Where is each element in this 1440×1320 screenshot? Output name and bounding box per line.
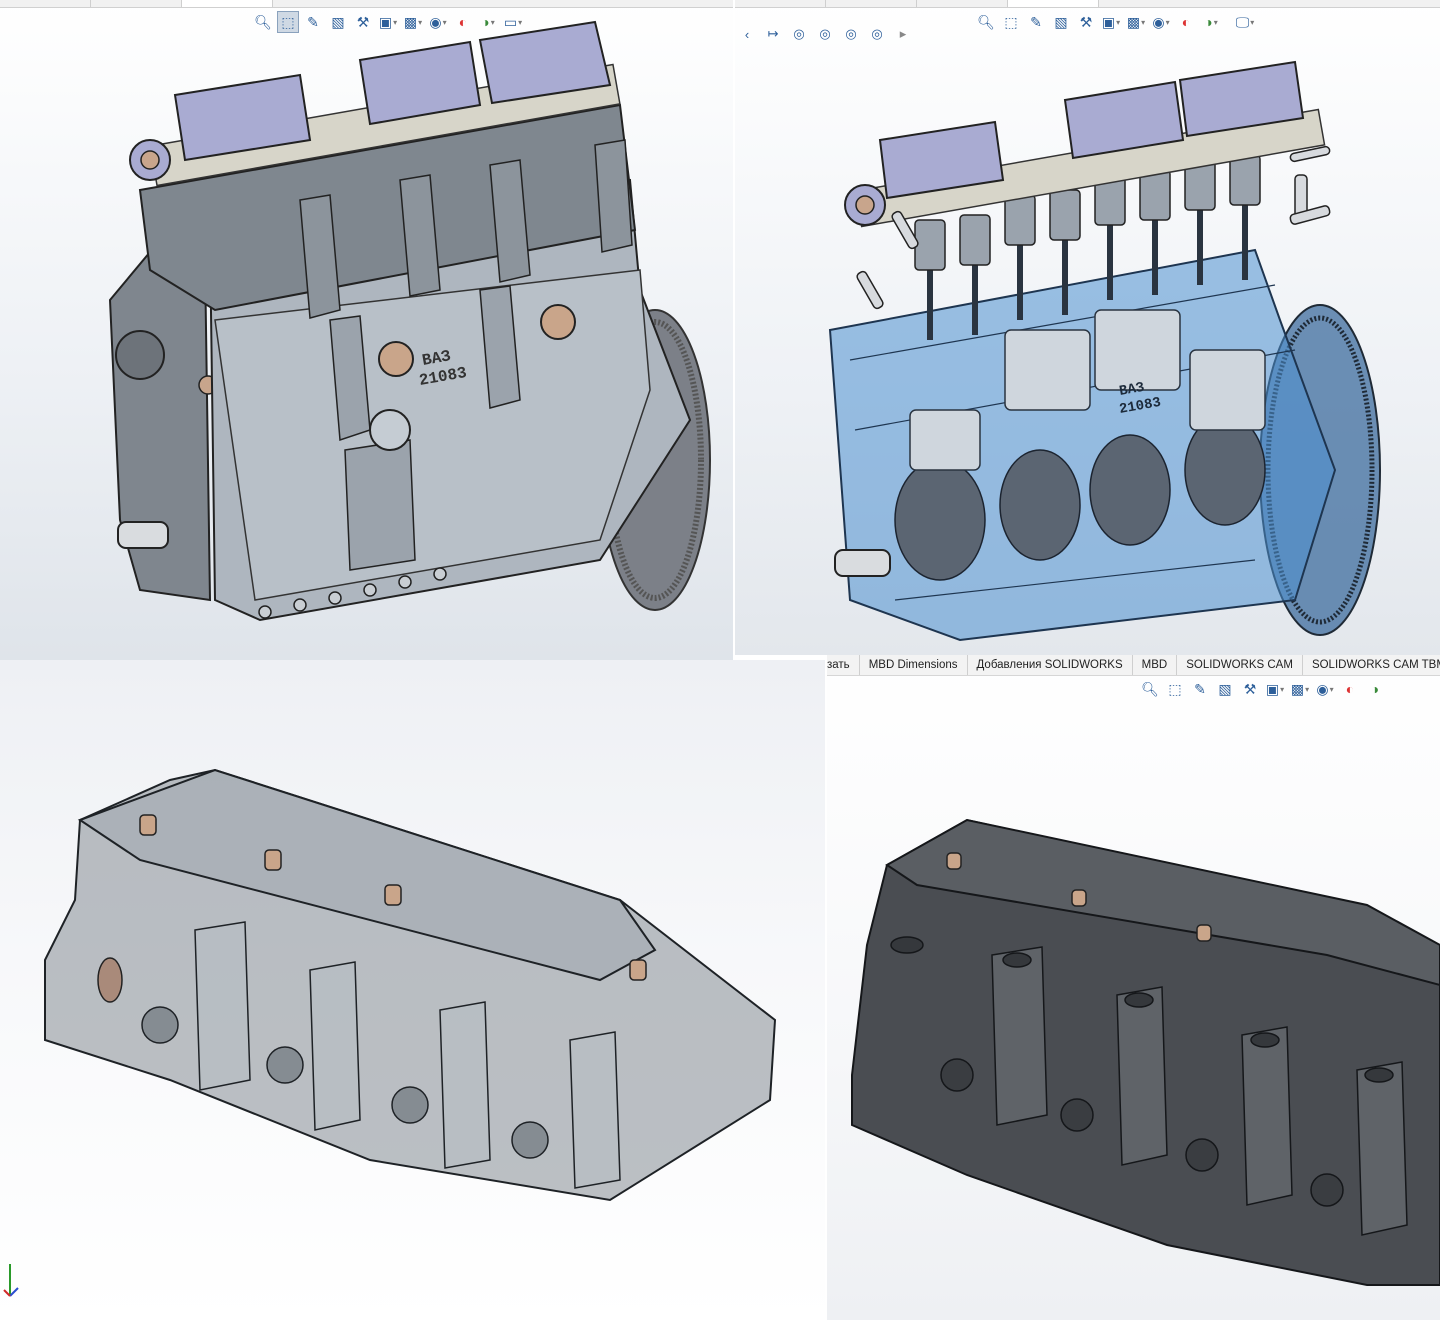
viewport-top-left[interactable]: 🔍︎ ⬚ ✎ ▧ ⚒ ▣ ▾ ▩ ▾ ◉ ▾ ◐ ◑ ▾ ▭ ▾ ВАЗ 210…	[0, 0, 733, 660]
core-plug	[378, 341, 414, 377]
crank-snout	[117, 521, 169, 549]
engine-xray-assembly-model[interactable]: ВАЗ 21083	[735, 0, 1440, 655]
engine-block-assembly-model[interactable]: ВАЗ 21083	[0, 0, 733, 660]
core-plug	[540, 304, 576, 340]
crank-snout	[834, 549, 891, 577]
cylinder-head-shaded-model[interactable]	[827, 655, 1440, 1320]
viewport-top-right[interactable]: ‹ ↦ ◎ ◎ ◎ ◎ ▸ 🔍︎ ⬚ ✎ ▧ ⚒ ▣ ▾ ▩ ▾ ◉ ▾ ◐ ◑ ▾ 🖵…	[735, 0, 1440, 655]
cam-pulley-hub	[855, 195, 875, 215]
viewport-bottom-right[interactable]: зать MBD Dimensions Добавления SOLIDWORK…	[827, 655, 1440, 1320]
viewport-bottom-left[interactable]	[0, 660, 825, 1320]
cam-pulley-hub	[140, 150, 160, 170]
brass-insert	[97, 957, 123, 1003]
triad-axis-icon	[3, 1264, 19, 1297]
cover-bore	[115, 330, 165, 380]
cylinder-head-transparent-model[interactable]	[0, 660, 825, 1320]
oil-filter-boss	[369, 409, 411, 451]
